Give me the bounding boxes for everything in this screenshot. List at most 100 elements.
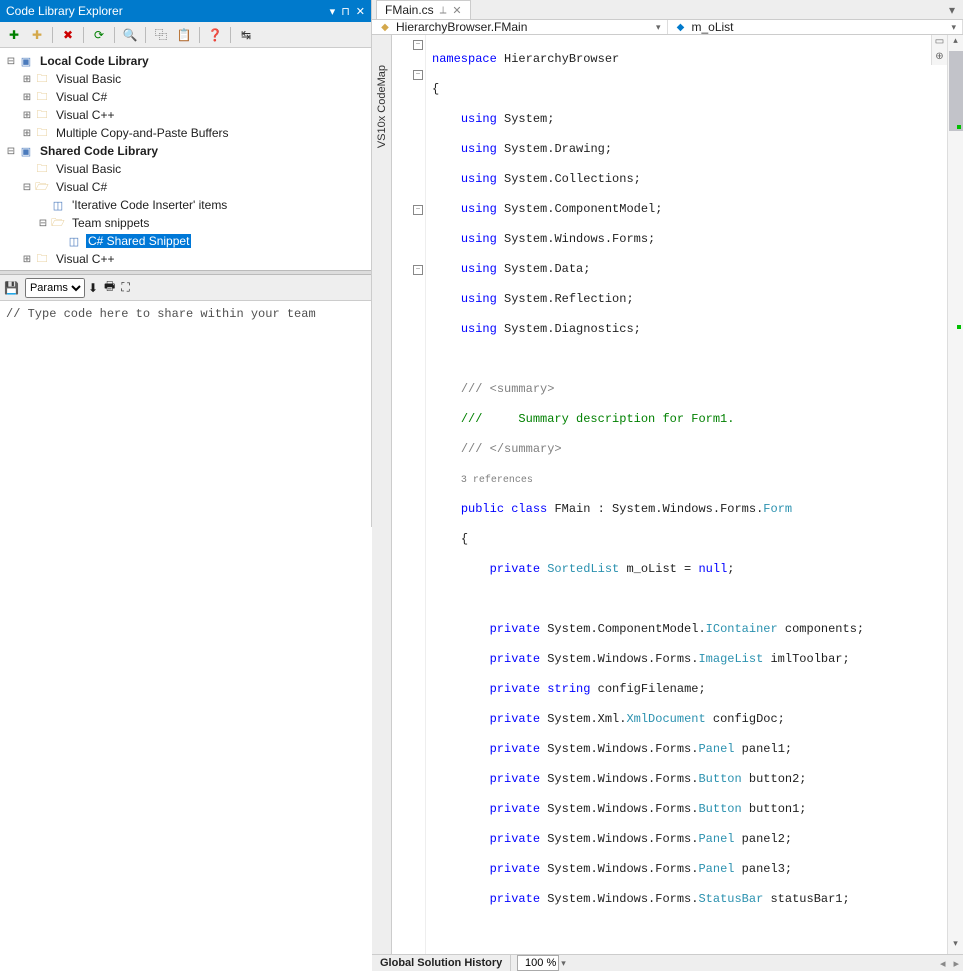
pin-icon[interactable]: ⟂ [440,5,447,16]
copy-button[interactable]: ⿻ [151,25,171,45]
close-icon[interactable]: ✕ [356,5,365,18]
tree-label: Visual C# [54,180,109,194]
document-tab-strip: FMain.cs ⟂ ✕ ▾ [372,0,963,20]
tab-label: FMain.cs [385,3,434,17]
scrollbar-thumb[interactable] [949,51,963,131]
help-button[interactable]: ❓ [205,25,225,45]
folder-icon: 🗀 [34,162,50,176]
tree-label: C# Shared Snippet [86,234,191,248]
navigation-bar: ◆ HierarchyBrowser.FMain ▾ ◆ m_oList ▾ [372,20,963,35]
close-icon[interactable]: ✕ [452,4,461,17]
expander-icon[interactable]: ⊞ [20,254,34,265]
scroll-right-icon[interactable]: ▸ [949,957,963,970]
expand-icon[interactable]: ⊕ [931,50,947,65]
fold-icon[interactable]: − [413,205,423,215]
tree-item[interactable]: ⊟ 🗁 Visual C# [2,178,369,196]
expand-button[interactable]: ⛶ [121,280,129,295]
snippet-text-area[interactable]: // Type code here to share within your t… [0,301,371,527]
scroll-up-icon[interactable]: ▴ [948,35,963,51]
tree-item[interactable]: ⊞ 🗀 Visual C# [2,88,369,106]
add-folder-button[interactable]: ✚ [27,25,47,45]
chevron-down-icon: ▾ [656,22,661,33]
dropdown-icon[interactable]: ▾ [330,5,336,18]
tree-label: Shared Code Library [38,144,160,158]
panel-toolbar: ✚ ✚ ✖ ⟳ 🔍 ⿻ 📋 ❓ ↹ [0,22,371,48]
editor-gutter: − − − − [392,35,426,954]
search-button[interactable]: 🔍 [120,25,140,45]
arrow-down-icon[interactable]: ⬇ [88,281,98,295]
paste-button[interactable]: 📋 [174,25,194,45]
tree-item[interactable]: ⊞ 🗀 Multiple Copy-and-Paste Buffers [2,124,369,142]
code-editor[interactable]: namespace HierarchyBrowser { using Syste… [426,35,947,954]
expander-icon[interactable]: ⊟ [20,182,34,193]
editor-status-bar: Global Solution History ▾ ◂ ▸ [372,954,963,971]
zoom-control[interactable]: ▾ [510,955,572,971]
tree-item[interactable]: ⊞ 🗀 Visual C++ [2,250,369,268]
folder-icon: 🗀 [34,252,50,266]
scroll-marker [957,125,961,129]
field-icon: ◆ [674,20,688,34]
overflow-icon[interactable]: ▾ [945,3,959,17]
tree-label: Visual Basic [54,162,123,176]
separator [145,27,146,43]
folder-icon: 🗀 [34,90,50,104]
separator [114,27,115,43]
type-dropdown[interactable]: ◆ HierarchyBrowser.FMain ▾ [372,20,668,34]
codemap-label: VS10x CodeMap [376,65,388,148]
expander-icon[interactable]: ⊟ [36,218,50,229]
tree-item[interactable]: ⊞ 🗀 Visual Basic [2,70,369,88]
separator [52,27,53,43]
library-tree[interactable]: ⊟ ▣ Local Code Library ⊞ 🗀 Visual Basic … [0,48,371,270]
params-dropdown[interactable]: Params [25,278,85,298]
expander-icon[interactable]: ⊞ [20,74,34,85]
tree-label: Multiple Copy-and-Paste Buffers [54,126,231,140]
expander-icon[interactable]: ⊞ [20,128,34,139]
document-tab[interactable]: FMain.cs ⟂ ✕ [376,0,471,19]
zoom-input[interactable] [517,955,559,971]
tree-root-shared[interactable]: ⊟ ▣ Shared Code Library [2,142,369,160]
expander-icon[interactable]: ⊟ [4,56,18,67]
expander-icon[interactable]: ⊟ [4,146,18,157]
fold-icon[interactable]: − [413,265,423,275]
class-icon: ◆ [378,20,392,34]
chevron-down-icon: ▾ [951,22,956,33]
delete-button[interactable]: ✖ [58,25,78,45]
fold-icon[interactable]: − [413,70,423,80]
status-label: Global Solution History [372,957,510,969]
print-button[interactable]: 🖶 [104,277,115,298]
refresh-button[interactable]: ⟳ [89,25,109,45]
tree-label: 'Iterative Code Inserter' items [70,198,229,212]
panel-title: Code Library Explorer [6,4,330,18]
chevron-down-icon[interactable]: ▾ [561,958,566,969]
save-button[interactable]: 💾 [4,281,19,295]
tree-item[interactable]: 🗀 Visual Basic [2,160,369,178]
expander-icon[interactable]: ⊞ [20,92,34,103]
tree-root-local[interactable]: ⊟ ▣ Local Code Library [2,52,369,70]
nav-type-label: HierarchyBrowser.FMain [396,20,527,34]
add-item-button[interactable]: ✚ [4,25,24,45]
tree-label: Visual C# [54,90,109,104]
scroll-down-icon[interactable]: ▾ [948,938,963,954]
scroll-left-icon[interactable]: ◂ [936,957,950,970]
vertical-scrollbar[interactable]: ▴ ▾ [947,35,963,954]
snippet-icon: ◫ [50,198,66,212]
expander-icon[interactable]: ⊞ [20,110,34,121]
editor-area: VS10x CodeMap − − − − namespace Hierarch… [372,35,963,954]
tree-item[interactable]: ◫ 'Iterative Code Inserter' items [2,196,369,214]
folder-open-icon: 🗁 [50,216,66,230]
folder-icon: 🗀 [34,126,50,140]
split-icon[interactable]: ▭ [931,35,947,50]
snippet-icon: ◫ [66,234,82,248]
tree-item-selected[interactable]: ◫ C# Shared Snippet [2,232,369,250]
nav-member-label: m_oList [692,20,734,34]
member-dropdown[interactable]: ◆ m_oList ▾ [668,20,963,34]
tree-label: Local Code Library [38,54,151,68]
code-library-explorer-panel: Code Library Explorer ▾ ⊓ ✕ ✚ ✚ ✖ ⟳ 🔍 ⿻ … [0,0,372,527]
pin-icon[interactable]: ⊓ [341,5,350,18]
fold-icon[interactable]: − [413,40,423,50]
codemap-tab[interactable]: VS10x CodeMap [372,35,392,954]
tree-item[interactable]: ⊟ 🗁 Team snippets [2,214,369,232]
collapse-button[interactable]: ↹ [236,25,256,45]
editor-panel: FMain.cs ⟂ ✕ ▾ ◆ HierarchyBrowser.FMain … [372,0,963,527]
tree-item[interactable]: ⊞ 🗀 Visual C++ [2,106,369,124]
